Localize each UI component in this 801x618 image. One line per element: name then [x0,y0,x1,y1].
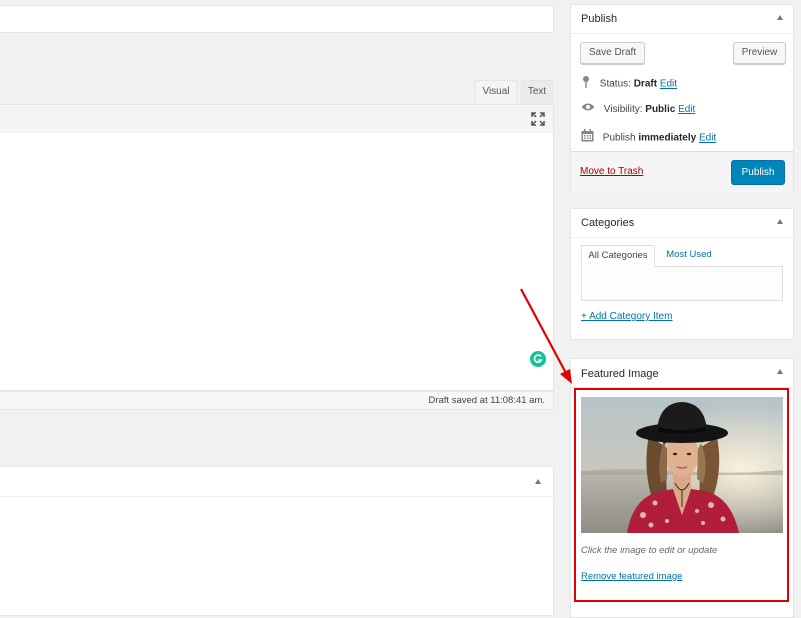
featured-image-thumbnail[interactable] [581,397,783,533]
toggle-arrow-icon[interactable] [777,219,783,224]
publish-title: Publish [581,13,618,25]
tab-all-categories-label: All Categories [588,250,648,261]
publish-when-label: Publish [602,132,636,144]
toggle-arrow-icon[interactable] [777,15,783,20]
preview-button[interactable]: Preview [733,42,786,64]
fullscreen-icon[interactable] [531,112,545,126]
remove-featured-image-link[interactable]: Remove featured image [581,571,682,582]
meta-box [0,466,554,616]
pin-icon [581,75,591,93]
tab-text-label: Text [527,86,547,97]
publish-actions: Move to Trash Publish [571,151,793,193]
tab-most-used-label: Most Used [666,249,712,260]
category-list[interactable] [581,266,783,301]
save-draft-button[interactable]: Save Draft [580,42,645,64]
toggle-arrow-icon[interactable] [777,369,783,374]
calendar-icon [581,129,594,147]
editor-content[interactable] [0,133,554,391]
grammarly-icon[interactable] [530,351,546,367]
featured-image-title: Featured Image [581,368,659,380]
publish-box: Publish Save Draft Preview Status: Draft… [570,4,794,193]
visibility-value: Public [645,104,676,116]
tab-visual-label: Visual [482,86,510,97]
tab-all-categories[interactable]: All Categories [581,245,655,267]
add-category-link[interactable]: + Add Category Item [581,311,672,322]
visibility-label: Visibility: [603,104,643,116]
publish-when-value: immediately [638,132,697,144]
move-to-trash-link[interactable]: Move to Trash [580,166,643,177]
visibility-row: Visibility: Public Edit [581,102,695,116]
tab-text[interactable]: Text [521,80,553,104]
eye-icon [581,102,595,117]
toggle-arrow-icon[interactable] [535,479,541,484]
categories-title: Categories [581,217,635,229]
edit-status-link[interactable]: Edit [660,79,677,90]
edit-visibility-link[interactable]: Edit [678,104,695,115]
editor-toolbar [0,104,554,134]
status-value: Draft [633,78,658,90]
tab-most-used[interactable]: Most Used [659,245,719,267]
publish-date-row: Publish immediately Edit [581,129,716,144]
editor-statusbar: Draft saved at 11:08:41 am. [0,391,554,410]
publish-button[interactable]: Publish [731,160,785,185]
status-row: Status: Draft Edit [581,75,677,90]
edit-publish-date-link[interactable]: Edit [699,133,716,144]
post-title-input[interactable] [0,5,554,33]
draft-saved-status: Draft saved at 11:08:41 am. [428,395,545,406]
status-label: Status: [599,78,631,90]
categories-box: Categories All Categories Most Used + Ad… [570,208,794,340]
featured-image-hint: Click the image to edit or update [581,545,718,556]
tab-visual[interactable]: Visual [475,80,517,104]
